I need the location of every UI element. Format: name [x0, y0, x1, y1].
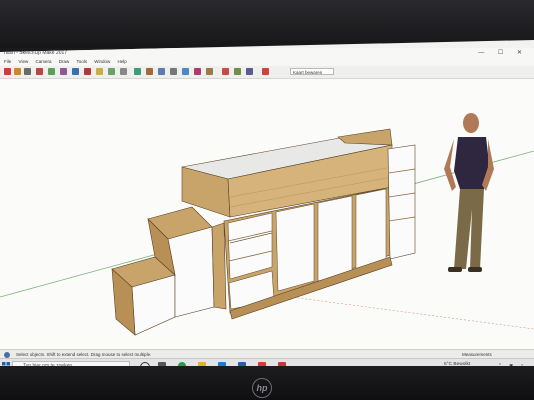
move-icon[interactable] [72, 68, 79, 75]
model-drawing [0, 113, 534, 336]
rectangle-icon[interactable] [48, 68, 55, 75]
menu-file[interactable]: File [4, 59, 11, 64]
window-controls[interactable]: — ☐ ✕ [478, 48, 528, 58]
screen: ndsn - SketchUp Make 2017 — ☐ ✕ File Vie… [0, 40, 534, 372]
select-icon[interactable] [4, 68, 11, 75]
paint-bucket-icon[interactable] [134, 68, 141, 75]
menu-bar: File View Camera Draw Tools Window Help [0, 58, 534, 66]
menu-window[interactable]: Window [94, 59, 110, 64]
rotate-icon[interactable] [84, 68, 91, 75]
model-viewport[interactable] [0, 79, 534, 349]
arc-icon[interactable] [36, 68, 43, 75]
hp-logo: hp [252, 378, 272, 398]
menu-draw[interactable]: Draw [59, 59, 70, 64]
tape-measure-icon[interactable] [120, 68, 127, 75]
menu-camera[interactable]: Camera [35, 59, 51, 64]
scene-dropdown[interactable]: Kaart bewaren [290, 68, 334, 75]
component-icon[interactable] [222, 68, 229, 75]
ruby-icon[interactable] [262, 68, 269, 75]
orbit-icon[interactable] [146, 68, 153, 75]
eraser-icon[interactable] [14, 68, 21, 75]
extension-icon[interactable] [206, 68, 213, 75]
menu-view[interactable]: View [19, 59, 29, 64]
pan-icon[interactable] [158, 68, 165, 75]
scale-icon[interactable] [96, 68, 103, 75]
warehouse-icon[interactable] [194, 68, 201, 75]
zoom-extents-icon[interactable] [182, 68, 189, 75]
staircase-cabinet [111, 206, 227, 336]
monitor-bezel-top [0, 0, 534, 48]
zoom-icon[interactable] [170, 68, 177, 75]
offset-icon[interactable] [108, 68, 115, 75]
pencil-icon[interactable] [24, 68, 31, 75]
toolbar: Kaart bewaren [0, 66, 534, 79]
window-title: ndsn - SketchUp Make 2017 [4, 50, 68, 56]
layer-icon[interactable] [234, 68, 241, 75]
push-pull-icon[interactable] [60, 68, 67, 75]
menu-help[interactable]: Help [118, 59, 127, 64]
style-icon[interactable] [246, 68, 253, 75]
scale-figure [444, 113, 494, 272]
title-bar: ndsn - SketchUp Make 2017 — ☐ ✕ [0, 48, 534, 58]
menu-tools[interactable]: Tools [76, 59, 87, 64]
